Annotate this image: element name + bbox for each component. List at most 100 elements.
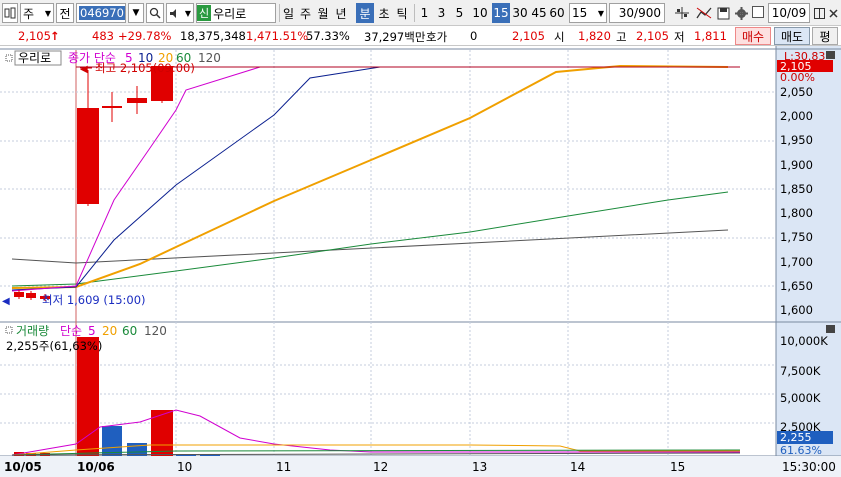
interval-3[interactable]: 3 (434, 3, 449, 23)
candle (127, 98, 147, 103)
time-axis-bg (0, 456, 841, 477)
speaker-icon (170, 8, 176, 18)
stock-chart[interactable]: 2,050 2,000 1,950 1,900 1,850 1,800 1,75… (0, 46, 841, 477)
custom-interval-value: 15 (572, 6, 588, 20)
volume-pct-label: 61.63% (780, 444, 822, 457)
data-count-input[interactable]: 30/900 (609, 3, 665, 23)
y-tick: 1,650 (780, 279, 813, 293)
evaluate-button[interactable]: 평 (812, 27, 838, 45)
ma5-line (11, 66, 740, 292)
volume-value: 18,375,348 (180, 29, 246, 43)
interval-10[interactable]: 10 (470, 3, 490, 23)
vol-ma20-legend: 20 (102, 324, 117, 338)
ma10-line (11, 66, 740, 291)
period-month[interactable]: 월 (314, 3, 332, 23)
settings-button[interactable] (732, 3, 750, 23)
custom-interval-select[interactable]: 15 ▼ (569, 3, 607, 23)
search-button[interactable] (146, 3, 164, 23)
tile-icon (813, 7, 825, 19)
save-button[interactable] (714, 3, 732, 23)
new-badge: 신 (197, 5, 212, 21)
open-price: 1,820 (578, 29, 611, 43)
interval-45[interactable]: 45 (530, 3, 548, 23)
interval-1[interactable]: 1 (417, 3, 432, 23)
data-count-value: 30/900 (618, 6, 661, 20)
price-change: 483 (92, 29, 114, 43)
current-volume-tag-text: 2,255 (780, 431, 812, 444)
interval-15[interactable]: 15 (492, 3, 510, 23)
open-label: 시 (554, 30, 565, 44)
y-tick: 1,800 (780, 206, 813, 220)
sell-button[interactable]: 매도 (774, 27, 810, 45)
panel-menu-icon[interactable] (5, 54, 13, 62)
panel-maximize-icon[interactable] (826, 51, 835, 59)
market-label-button[interactable]: 전 (56, 3, 74, 23)
hoga-label: 호가 (426, 30, 448, 44)
trade-amount: 37,297백만 (364, 30, 426, 44)
stock-name-field[interactable]: 신 우리로 (196, 3, 276, 23)
market-label: 전 (59, 6, 71, 21)
close-button[interactable] (826, 3, 840, 23)
high-arrow-icon: ◀ (80, 64, 88, 75)
tile-button[interactable] (812, 3, 826, 23)
ma-title: 종가 단순 (68, 51, 116, 65)
interval-30[interactable]: 30 (511, 3, 529, 23)
chart-type-icon[interactable] (2, 3, 18, 23)
buy-button[interactable]: 매수 (735, 27, 771, 45)
pct-label: 0.00% (780, 71, 815, 84)
ma120-legend: 120 (198, 51, 221, 65)
vol-ma120-legend: 120 (144, 324, 167, 338)
volume-bar (102, 426, 122, 456)
x-label: 10/06 (77, 460, 115, 474)
low-arrow-icon: ◀ (2, 296, 10, 307)
stock-code-value: 046970 (79, 6, 125, 20)
panel-maximize-icon[interactable] (826, 325, 835, 333)
crosshair-button[interactable] (672, 3, 692, 23)
low-label: 저 (674, 30, 685, 44)
date-value: 10/09 (771, 6, 807, 20)
period-tick[interactable]: 틱 (393, 3, 411, 23)
volume-ratio: 1,471.51% (246, 29, 309, 43)
trend-button[interactable] (694, 3, 714, 23)
ma20-legend: 20 (158, 51, 173, 65)
y-tick: 10,000K (780, 334, 828, 348)
market-type-select[interactable]: 주 ▼ (20, 3, 54, 23)
code-dropdown-button[interactable]: ▼ (128, 3, 144, 23)
y-tick: 1,850 (780, 182, 813, 196)
period-minute[interactable]: 분 (356, 3, 374, 23)
crosshair-icon (675, 7, 689, 19)
y-tick: 1,700 (780, 255, 813, 269)
stock-code-input[interactable]: 046970 (76, 3, 126, 23)
y-tick: 2,050 (780, 85, 813, 99)
period-second[interactable]: 초 (375, 3, 393, 23)
volume-title: 거래량 (16, 324, 49, 338)
interval-5[interactable]: 5 (452, 3, 467, 23)
period-week[interactable]: 주 (297, 3, 314, 23)
chevron-down-icon: ▼ (132, 8, 140, 18)
period-day[interactable]: 일 (280, 3, 297, 23)
x-label: 10/05 (4, 460, 42, 474)
up-arrow-icon: ↑ (50, 29, 60, 43)
y-tick: 1,600 (780, 303, 813, 317)
vol-ma60-legend: 60 (122, 324, 137, 338)
current-price: 2,105 (18, 29, 51, 43)
x-label: 11 (276, 460, 291, 474)
high-label: 고 (616, 30, 627, 44)
y-tick: 5,000K (780, 391, 821, 405)
close-icon (828, 8, 838, 18)
sound-select[interactable]: ▼ (166, 3, 194, 23)
low-price: 1,811 (694, 29, 727, 43)
price-change-pct: +29.78% (118, 29, 172, 43)
interval-60[interactable]: 60 (548, 3, 566, 23)
horizontal-grid (0, 91, 776, 424)
date-input[interactable]: 10/09 (768, 3, 810, 23)
panel-menu-icon[interactable] (5, 326, 13, 334)
trend-icon (696, 7, 712, 19)
period-year[interactable]: 년 (332, 3, 350, 23)
save-icon (717, 7, 729, 19)
y-tick: 1,950 (780, 133, 813, 147)
candle (14, 292, 24, 297)
date-checkbox[interactable] (752, 6, 764, 18)
y-tick: 7,500K (780, 364, 821, 378)
x-label: 15 (670, 460, 685, 474)
